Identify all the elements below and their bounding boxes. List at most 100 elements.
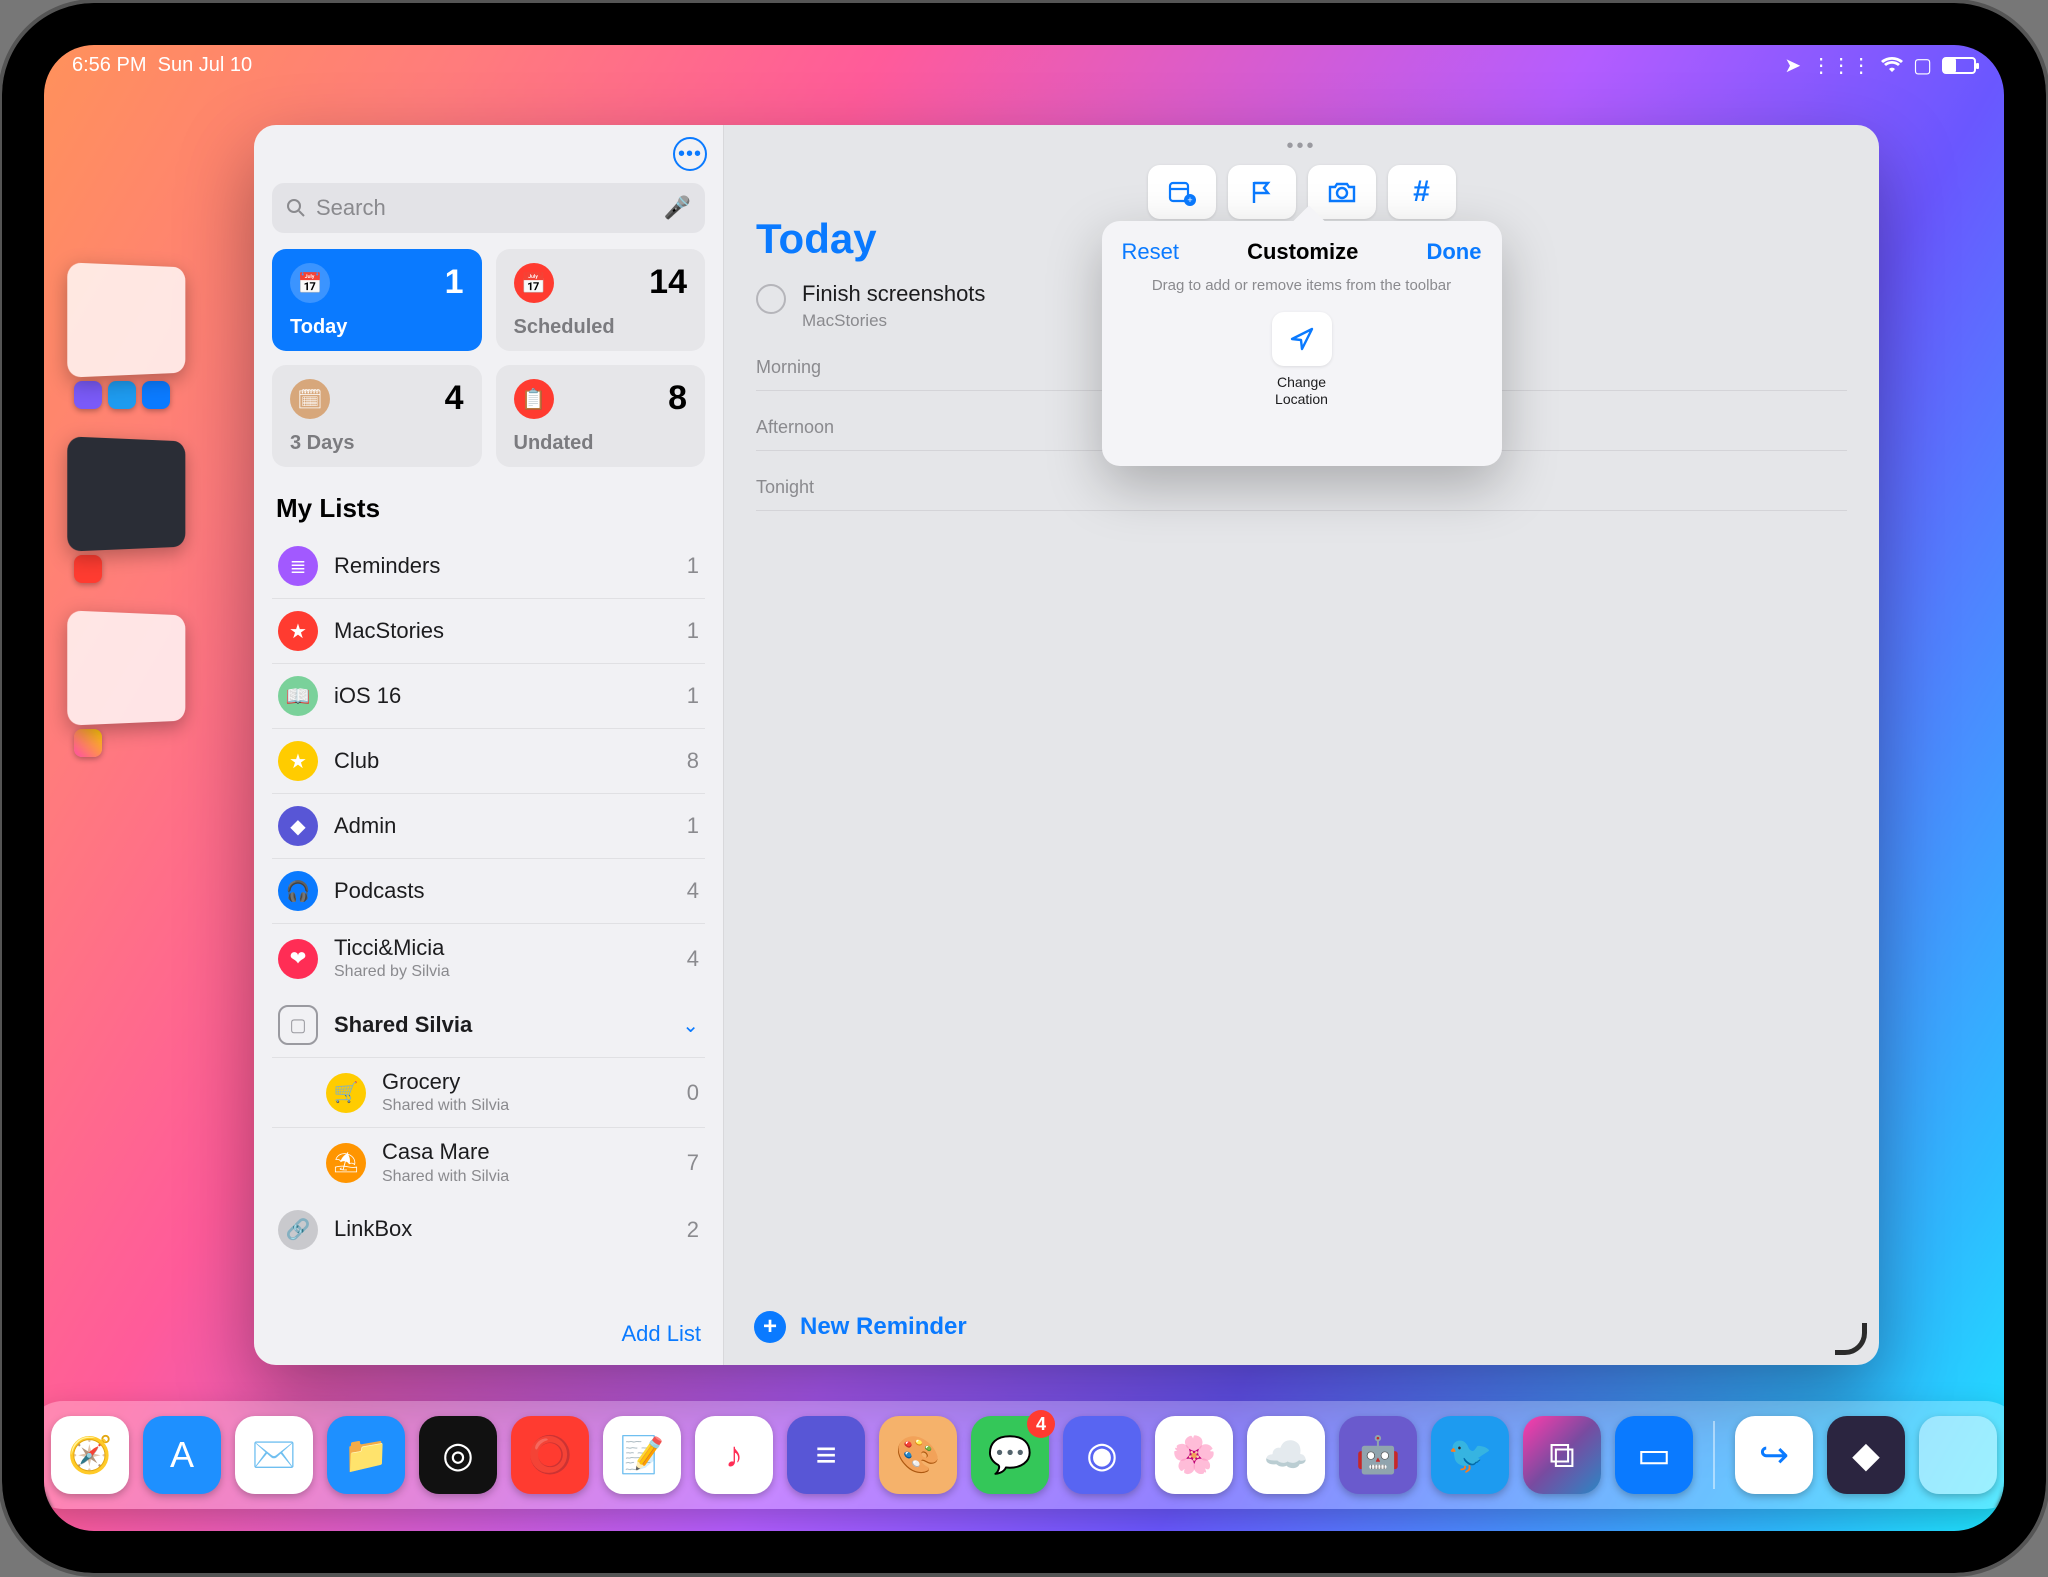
toolbar-datetime-button[interactable]: + [1148,165,1216,219]
customize-popover: Reset Customize Done Drag to add or remo… [1102,221,1502,466]
dock-safari[interactable]: 🧭 [51,1416,129,1494]
list-icon: ⛱ [326,1143,366,1183]
dock-mail[interactable]: ✉️ [235,1416,313,1494]
popover-reset-button[interactable]: Reset [1122,239,1179,265]
dock-app-cloud[interactable]: ☁️ [1247,1416,1325,1494]
list-item[interactable]: 📖 iOS 16 1 [272,664,705,729]
popover-title: Customize [1247,239,1358,265]
list-name: Club [334,749,379,773]
stage-thumb[interactable] [67,436,185,551]
stage-thumb[interactable] [67,262,185,377]
search-input[interactable]: Search 🎤 [272,183,705,233]
dock-appstore[interactable]: A [143,1416,221,1494]
dock-photos[interactable]: 🌸 [1155,1416,1233,1494]
stage-manager-rail[interactable] [64,265,204,757]
list-icon: ★ [278,611,318,651]
list-item[interactable]: ⛱ Casa MareShared with Silvia 7 [272,1128,705,1197]
search-icon [286,198,306,218]
dock-app-library[interactable] [1919,1416,1997,1494]
airplay-icon: ▢ [1913,53,1932,78]
smart-label: 3 Days [290,432,355,455]
list-item[interactable]: ≣ Reminders 1 [272,534,705,599]
list-count: 0 [687,1080,699,1106]
smart-3days[interactable]: 🗓 4 3 Days [272,365,482,467]
list-name: Podcasts [334,879,425,903]
new-reminder-button[interactable]: + New Reminder [724,1289,1879,1365]
list-count: 1 [687,553,699,579]
reminder-sublist: MacStories [802,311,985,331]
dock-twitter[interactable]: 🐦 [1431,1416,1509,1494]
dock-shortcuts[interactable]: ⧉ [1523,1416,1601,1494]
toolbar-hashtag-button[interactable]: # [1388,165,1456,219]
popover-done-button[interactable]: Done [1426,239,1481,265]
smart-undated[interactable]: 📋 8 Undated [496,365,706,467]
lists-container: ≣ Reminders 1★ MacStories 1📖 iOS 16 1★ C… [272,534,705,993]
dock-app-bot[interactable]: 🤖 [1339,1416,1417,1494]
dock: 🧭 A ✉️ 📁 ◎ ⭕ 📝 ♪ ≡ 🎨 💬4 ◉ 🌸 ☁️ 🤖 🐦 ⧉ ▭ ↪… [44,1401,2004,1509]
list-item[interactable]: ★ Club 8 [272,729,705,794]
list-item[interactable]: ★ MacStories 1 [272,599,705,664]
new-reminder-label: New Reminder [800,1313,967,1341]
mylists-header: My Lists [254,479,723,534]
section-header-tonight[interactable]: Tonight [756,477,1847,511]
popover-item-change-location[interactable]: Change Location [1272,312,1332,408]
smart-icon: 📋 [514,379,554,419]
smart-today[interactable]: 📅 1 Today [272,249,482,351]
list-icon: 🎧 [278,871,318,911]
reminders-window: ••• Search 🎤 📅 1 Today📅 14 Scheduled🗓 4 … [254,125,1879,1365]
mic-icon[interactable]: 🎤 [664,195,691,221]
window-grab-handle[interactable]: ••• [1286,135,1316,158]
chevron-down-icon: ⌄ [682,1013,699,1038]
list-name: MacStories [334,619,444,643]
location-icon [1272,312,1332,366]
dock-timer[interactable]: ⭕ [511,1416,589,1494]
list-item[interactable]: ◆ Admin 1 [272,794,705,859]
toolbar-strip: + # [1148,165,1456,219]
dock-app-purple[interactable]: ≡ [787,1416,865,1494]
list-sub: Shared by Silvia [334,963,450,981]
dock-recent-app[interactable]: ↪ [1735,1416,1813,1494]
dock-app-dark[interactable]: ◎ [419,1416,497,1494]
more-button[interactable]: ••• [673,137,707,171]
dock-discord[interactable]: ◉ [1063,1416,1141,1494]
list-name: Admin [334,814,396,838]
list-icon: ❤ [278,939,318,979]
dock-files[interactable]: 📁 [327,1416,405,1494]
list-icon: ≣ [278,546,318,586]
dock-stagemgr[interactable]: ▭ [1615,1416,1693,1494]
smart-count: 8 [668,379,687,418]
wifi-icon [1881,56,1903,74]
list-count: 1 [687,813,699,839]
add-list-button[interactable]: Add List [254,1303,723,1365]
dock-obsidian[interactable]: ◆ [1827,1416,1905,1494]
smart-lists-grid: 📅 1 Today📅 14 Scheduled🗓 4 3 Days📋 8 Und… [254,249,723,479]
dock-reminders[interactable]: 📝 [603,1416,681,1494]
toolbar-camera-button[interactable] [1308,165,1376,219]
smart-label: Today [290,316,347,339]
dock-messages[interactable]: 💬4 [971,1416,1049,1494]
folder-icon: ▢ [278,1005,318,1045]
battery-icon [1942,57,1976,74]
list-count: 1 [687,683,699,709]
list-name: Casa Mare [382,1140,509,1164]
list-linkbox[interactable]: 🔗 LinkBox 2 [272,1198,705,1262]
list-item[interactable]: 🛒 GroceryShared with Silvia 0 [272,1058,705,1128]
list-name: iOS 16 [334,684,401,708]
list-name: Grocery [382,1070,509,1094]
toolbar-flag-button[interactable] [1228,165,1296,219]
complete-toggle[interactable] [756,284,786,314]
list-name: LinkBox [334,1217,412,1241]
dock-app-palette[interactable]: 🎨 [879,1416,957,1494]
popover-item-label: Change Location [1275,374,1328,408]
list-count: 1 [687,618,699,644]
dock-music[interactable]: ♪ [695,1416,773,1494]
list-item[interactable]: ❤ Ticci&MiciaShared by Silvia 4 [272,924,705,993]
smart-label: Undated [514,432,594,455]
sidebar: ••• Search 🎤 📅 1 Today📅 14 Scheduled🗓 4 … [254,125,724,1365]
group-shared-silvia[interactable]: ▢ Shared Silvia ⌄ [272,993,705,1058]
plus-icon: + [754,1311,786,1343]
list-item[interactable]: 🎧 Podcasts 4 [272,859,705,924]
status-bar: 6:56 PM Sun Jul 10 ➤ ⋮⋮⋮ ▢ [44,45,2004,85]
stage-thumb[interactable] [67,610,185,725]
smart-scheduled[interactable]: 📅 14 Scheduled [496,249,706,351]
